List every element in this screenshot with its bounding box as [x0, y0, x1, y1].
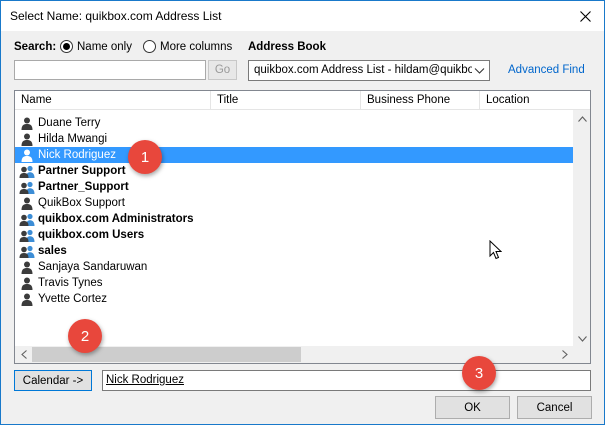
group-icon	[19, 164, 35, 178]
callout-badge-3: 3	[462, 356, 496, 390]
address-book-label: Address Book	[248, 41, 326, 53]
list-item-name: Nick Rodriguez	[38, 149, 116, 161]
radio-circle[interactable]	[143, 40, 156, 53]
list-item[interactable]: Duane Terry	[15, 115, 574, 131]
list-item[interactable]: QuikBox Support	[15, 195, 574, 211]
list-item-name: quikbox.com Administrators	[38, 213, 194, 225]
chevron-left-icon	[20, 350, 27, 359]
go-button[interactable]: Go	[208, 60, 237, 80]
column-header-title[interactable]: Title	[211, 91, 361, 110]
chevron-right-icon	[561, 350, 568, 359]
chevron-up-icon	[578, 115, 587, 122]
list-item-name: Hilda Mwangi	[38, 133, 108, 145]
calendar-recipient-value: Nick Rodriguez	[106, 374, 184, 386]
user-icon	[19, 292, 35, 306]
radio-more-columns-label: More columns	[160, 40, 233, 53]
address-book-select[interactable]: quikbox.com Address List - hildam@quikbo…	[248, 60, 490, 81]
group-icon	[19, 180, 35, 194]
select-name-dialog: Select Name: quikbox.com Address List Se…	[0, 0, 605, 425]
list-item-name: Travis Tynes	[38, 277, 103, 289]
radio-circle[interactable]	[60, 40, 73, 53]
radio-dot	[63, 43, 70, 50]
scrollbar-corner	[573, 346, 590, 363]
list-item[interactable]: Sanjaya Sandaruwan	[15, 259, 574, 275]
title-bar: Select Name: quikbox.com Address List	[1, 1, 604, 31]
calendar-button[interactable]: Calendar ->	[14, 370, 92, 391]
column-header-location[interactable]: Location	[480, 91, 590, 110]
list-item-name: sales	[38, 245, 67, 257]
user-icon	[19, 116, 35, 130]
scroll-up-button[interactable]	[574, 110, 591, 127]
list-item[interactable]: Partner_Support	[15, 179, 574, 195]
group-icon	[19, 228, 35, 242]
calendar-recipient-field[interactable]: Nick Rodriguez	[102, 370, 591, 391]
ok-button[interactable]: OK	[435, 396, 510, 419]
list-rows: Duane Terry Hilda Mwangi Nick Rodriguez Par…	[15, 115, 574, 307]
cancel-button[interactable]: Cancel	[517, 396, 592, 419]
scroll-down-button[interactable]	[574, 330, 591, 347]
mouse-pointer-icon	[489, 240, 502, 260]
list-item[interactable]: Hilda Mwangi	[15, 131, 574, 147]
address-book-selected-value: quikbox.com Address List - hildam@quikbo…	[254, 64, 472, 76]
list-item[interactable]: Partner Support	[15, 163, 574, 179]
list-item-name: QuikBox Support	[38, 197, 125, 209]
column-header-business-phone[interactable]: Business Phone	[361, 91, 480, 110]
list-item-name: Partner Support	[38, 165, 126, 177]
horizontal-scroll-thumb[interactable]	[32, 347, 301, 362]
column-header-name[interactable]: Name	[15, 91, 211, 110]
user-icon	[19, 132, 35, 146]
user-icon	[19, 260, 35, 274]
list-item-name: quikbox.com Users	[38, 229, 145, 241]
list-item[interactable]: Travis Tynes	[15, 275, 574, 291]
group-icon	[19, 244, 35, 258]
chevron-down-icon	[474, 68, 485, 74]
list-item-name: Duane Terry	[38, 117, 101, 129]
list-item-name: Yvette Cortez	[38, 293, 108, 305]
close-button[interactable]	[566, 1, 604, 31]
list-item[interactable]: Nick Rodriguez	[15, 147, 574, 163]
search-label: Search:	[14, 41, 57, 53]
user-icon	[19, 196, 35, 210]
chevron-down-icon	[578, 335, 587, 342]
close-icon	[579, 10, 591, 22]
search-input[interactable]	[14, 60, 206, 80]
list-item[interactable]: Yvette Cortez	[15, 291, 574, 307]
user-icon	[19, 148, 35, 162]
scroll-left-button[interactable]	[15, 346, 32, 363]
radio-name-only-label: Name only	[77, 40, 132, 53]
list-header: Name Title Business Phone Location	[15, 91, 590, 110]
list-item[interactable]: quikbox.com Administrators	[15, 211, 574, 227]
window-title: Select Name: quikbox.com Address List	[10, 9, 222, 23]
user-icon	[19, 276, 35, 290]
advanced-find-link[interactable]: Advanced Find	[508, 64, 585, 76]
scroll-right-button[interactable]	[556, 346, 573, 363]
radio-name-only[interactable]: Name only	[60, 40, 132, 53]
callout-badge-1: 1	[128, 140, 162, 174]
list-item-name: Sanjaya Sandaruwan	[38, 261, 148, 273]
group-icon	[19, 212, 35, 226]
list-item-name: Partner_Support	[38, 181, 129, 193]
vertical-scrollbar[interactable]	[573, 110, 590, 347]
radio-more-columns[interactable]: More columns	[143, 40, 232, 53]
callout-badge-2: 2	[68, 319, 102, 353]
address-list: Name Title Business Phone Location Duane…	[14, 90, 591, 364]
